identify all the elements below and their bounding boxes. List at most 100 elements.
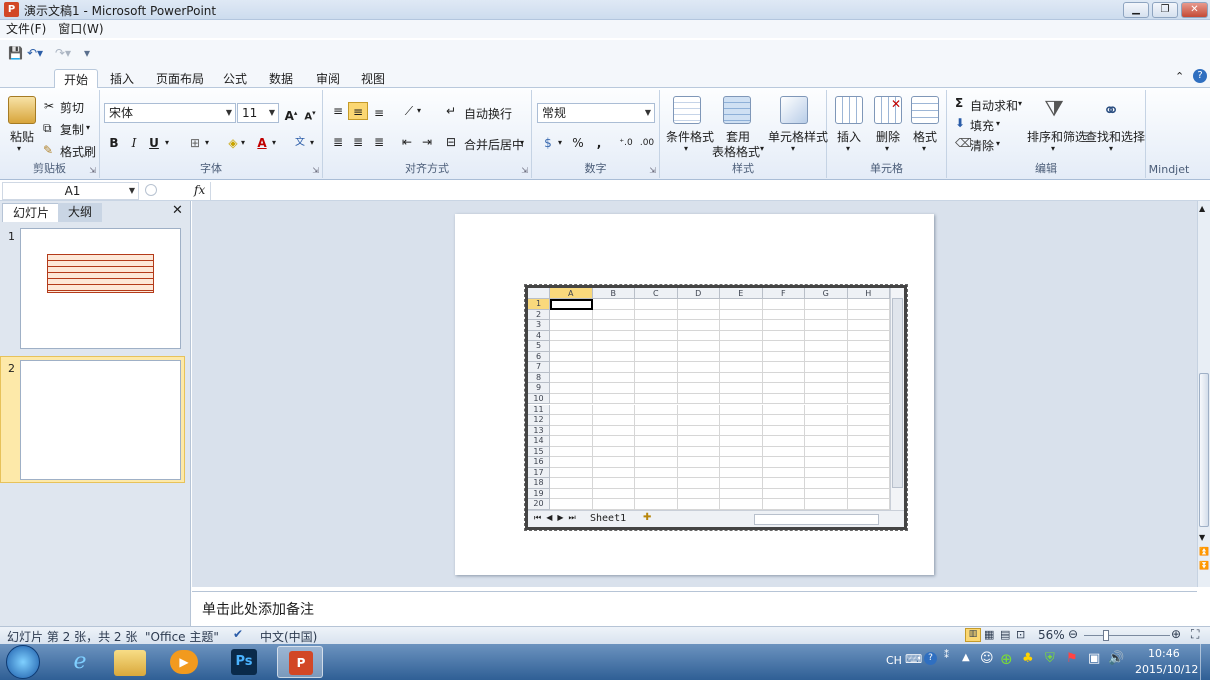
embedded-excel-object[interactable]: A B C D E F G H 1 2 3 4 5 6 7 8 9 10 11 12 13 14 15 16 17 18 19 20 … bbox=[524, 284, 908, 531]
worksheet-cell[interactable] bbox=[720, 309, 763, 321]
worksheet-cell[interactable] bbox=[677, 467, 720, 479]
find-select-icon[interactable]: ⚭ bbox=[1097, 96, 1125, 124]
worksheet-cell[interactable] bbox=[847, 330, 890, 342]
close-button[interactable]: ✕ bbox=[1181, 2, 1208, 18]
zoom-level[interactable]: 56% bbox=[1038, 628, 1065, 642]
worksheet-cell[interactable] bbox=[847, 415, 890, 426]
worksheet-cell[interactable] bbox=[847, 393, 890, 405]
worksheet-cell[interactable] bbox=[677, 362, 720, 373]
worksheet-cell[interactable] bbox=[677, 425, 720, 437]
insert-sheet-icon[interactable]: ✚ bbox=[643, 512, 651, 523]
phonetic-dropdown-icon[interactable]: ▾ bbox=[310, 138, 314, 147]
fill-icon[interactable]: ⬇ bbox=[955, 116, 965, 130]
format-cells-dropdown-icon[interactable]: ▾ bbox=[922, 144, 926, 153]
next-slide-icon[interactable]: ⏬ bbox=[1199, 561, 1209, 570]
worksheet-cell[interactable] bbox=[762, 309, 805, 321]
worksheet-cell[interactable] bbox=[720, 499, 763, 510]
worksheet-cell[interactable] bbox=[635, 330, 678, 342]
worksheet-cell[interactable] bbox=[677, 330, 720, 342]
language-indicator[interactable]: 中文(中国) bbox=[260, 628, 317, 645]
worksheet-cell[interactable] bbox=[550, 341, 593, 352]
qq-penguin-icon[interactable]: ♣ bbox=[1022, 651, 1034, 666]
worksheet-cell[interactable] bbox=[720, 341, 763, 352]
minimize-button[interactable]: ▁ bbox=[1123, 2, 1149, 18]
worksheet-cell[interactable] bbox=[550, 404, 593, 416]
tab-home[interactable]: 开始 bbox=[54, 69, 99, 89]
worksheet-cell[interactable] bbox=[720, 330, 763, 342]
worksheet-cell[interactable] bbox=[592, 478, 635, 489]
worksheet-cell[interactable] bbox=[677, 457, 720, 468]
powerpoint-taskbar-button[interactable]: P bbox=[277, 646, 323, 678]
cut-icon[interactable]: ✂ bbox=[44, 99, 54, 113]
theme-name[interactable]: "Office 主题" bbox=[145, 628, 219, 645]
start-button-icon[interactable] bbox=[6, 645, 40, 679]
sheet-tab-sheet1[interactable]: Sheet1 bbox=[590, 513, 626, 524]
worksheet-cell[interactable] bbox=[805, 467, 848, 479]
worksheet-cell[interactable] bbox=[847, 488, 890, 500]
worksheet-cell[interactable] bbox=[677, 415, 720, 426]
worksheet-cell[interactable] bbox=[677, 446, 720, 458]
worksheet-cell[interactable] bbox=[592, 404, 635, 416]
column-header[interactable]: C bbox=[635, 288, 678, 299]
worksheet-cell[interactable] bbox=[720, 436, 763, 447]
worksheet-cell[interactable] bbox=[550, 488, 593, 500]
font-launcher-icon[interactable]: ⇲ bbox=[312, 166, 319, 175]
worksheet-horizontal-scrollbar[interactable] bbox=[754, 514, 879, 525]
row-header[interactable]: 2 bbox=[528, 309, 550, 321]
paste-dropdown-icon[interactable]: ▾ bbox=[17, 144, 21, 153]
minimize-ribbon-icon[interactable]: ⌃ bbox=[1175, 70, 1184, 83]
underline-icon[interactable]: U bbox=[144, 134, 164, 152]
worksheet-cell[interactable] bbox=[635, 320, 678, 331]
worksheet-cell[interactable] bbox=[805, 499, 848, 510]
worksheet-cell[interactable] bbox=[762, 488, 805, 500]
worksheet-cell[interactable] bbox=[677, 393, 720, 405]
number-launcher-icon[interactable]: ⇲ bbox=[649, 166, 656, 175]
worksheet-cell[interactable] bbox=[805, 457, 848, 468]
worksheet-cell[interactable] bbox=[847, 436, 890, 447]
worksheet-cell[interactable] bbox=[720, 488, 763, 500]
worksheet-cell[interactable] bbox=[805, 309, 848, 321]
format-cells-icon[interactable] bbox=[911, 96, 939, 124]
reading-view-icon[interactable]: ▤ bbox=[1000, 628, 1010, 641]
worksheet-cell[interactable] bbox=[720, 404, 763, 416]
menu-window[interactable]: 窗口(W) bbox=[52, 20, 109, 38]
increase-decimal-icon[interactable]: ⁺.0 bbox=[616, 134, 636, 152]
worksheet-cell[interactable] bbox=[635, 341, 678, 352]
row-header[interactable]: 3 bbox=[528, 320, 550, 331]
worksheet-cell[interactable] bbox=[720, 372, 763, 384]
worksheet-cell[interactable] bbox=[550, 467, 593, 479]
photoshop-icon[interactable]: Ps bbox=[231, 649, 257, 675]
worksheet-cell[interactable] bbox=[635, 436, 678, 447]
format-as-table-icon[interactable] bbox=[723, 96, 751, 124]
worksheet-cell[interactable] bbox=[677, 309, 720, 321]
slide2-thumbnail[interactable] bbox=[20, 360, 181, 480]
sort-filter-dropdown-icon[interactable]: ▾ bbox=[1051, 144, 1055, 153]
tab-outline[interactable]: 大纲 bbox=[58, 203, 103, 222]
worksheet-cell[interactable] bbox=[762, 436, 805, 447]
worksheet-cell[interactable] bbox=[677, 404, 720, 416]
conditional-format-button[interactable]: 条件格式 bbox=[666, 128, 714, 145]
column-header[interactable]: B bbox=[592, 288, 635, 299]
customize-qat-icon[interactable]: ▾ bbox=[84, 46, 90, 60]
worksheet-cell[interactable] bbox=[592, 330, 635, 342]
worksheet-cell[interactable] bbox=[592, 457, 635, 468]
worksheet-cell[interactable] bbox=[762, 372, 805, 384]
worksheet-cell[interactable] bbox=[635, 467, 678, 479]
decrease-decimal-icon[interactable]: .00 bbox=[637, 134, 657, 152]
cut-button[interactable]: 剪切 bbox=[60, 99, 84, 116]
powerpoint-app-icon[interactable]: P bbox=[4, 2, 19, 17]
fill-dropdown-icon[interactable]: ▾ bbox=[996, 119, 1000, 128]
row-header[interactable]: 7 bbox=[528, 362, 550, 373]
column-header[interactable]: E bbox=[720, 288, 763, 299]
worksheet-cell[interactable] bbox=[762, 467, 805, 479]
worksheet-cell[interactable] bbox=[550, 351, 593, 363]
worksheet-cell[interactable] bbox=[592, 488, 635, 500]
worksheet-cell[interactable] bbox=[720, 425, 763, 437]
insert-cells-dropdown-icon[interactable]: ▾ bbox=[846, 144, 850, 153]
fill-color-dropdown-icon[interactable]: ▾ bbox=[241, 138, 245, 147]
worksheet-cell[interactable] bbox=[847, 320, 890, 331]
worksheet-cell[interactable] bbox=[720, 320, 763, 331]
align-top-icon[interactable]: ≡ bbox=[328, 102, 348, 120]
zoom-slider-thumb[interactable] bbox=[1103, 630, 1109, 641]
zoom-slider-track[interactable] bbox=[1084, 635, 1170, 636]
